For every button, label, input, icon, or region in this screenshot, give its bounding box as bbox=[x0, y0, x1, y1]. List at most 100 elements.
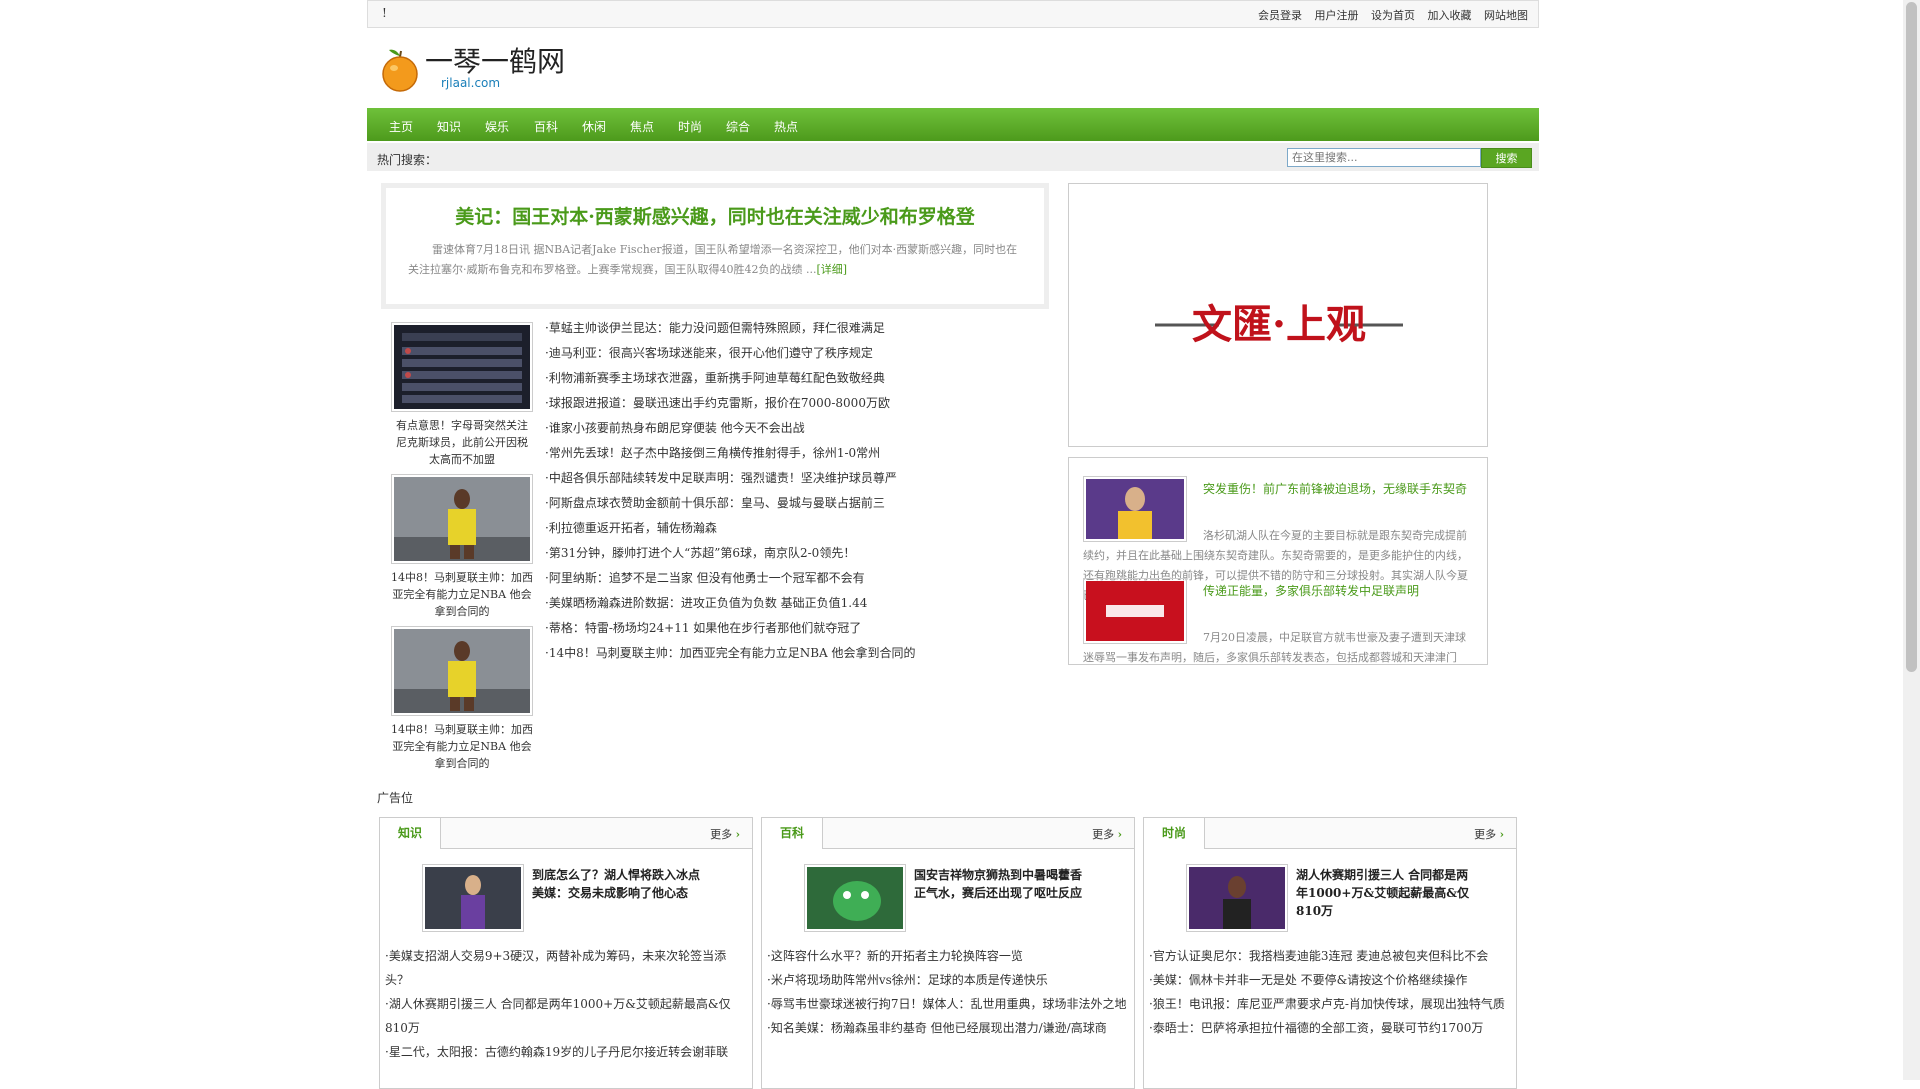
nav-item-entertainment[interactable]: 娱乐 bbox=[485, 118, 509, 135]
list-item[interactable]: ·球报跟进报道：曼联迅速出手约克雷斯，报价在7000-8000万欧 bbox=[545, 392, 965, 417]
list-item[interactable]: ·谁家小孩要前热身布朗尼穿便装 他今天不会出战 bbox=[545, 417, 965, 442]
hot-search-label: 热门搜索： bbox=[377, 153, 438, 167]
set-homepage-link[interactable]: 设为首页 bbox=[1371, 9, 1415, 22]
nav-item-home[interactable]: 主页 bbox=[389, 118, 413, 135]
top-bar-notice: ! bbox=[382, 6, 387, 20]
section-knowledge: 知识 更多 › 到底怎么了？湖人悍将跌入冰点 美媒：交易未成影响了他心态 ·美媒… bbox=[379, 817, 753, 1089]
nav-item-focus[interactable]: 焦点 bbox=[630, 118, 654, 135]
list-item[interactable]: ·阿里纳斯：追梦不是二当家 但没有他勇士一个冠军都不会有 bbox=[545, 567, 965, 592]
section-tab[interactable]: 百科 bbox=[762, 818, 823, 849]
headline-more-link[interactable]: [详细] bbox=[816, 263, 847, 276]
section-featured-title[interactable]: 国安吉祥物京狮热到中暑喝藿香正气水，赛后还出现了呕吐反应 bbox=[914, 866, 1092, 902]
thumb-image[interactable] bbox=[391, 322, 533, 412]
section-more-link[interactable]: 更多 › bbox=[1474, 826, 1504, 842]
news-list: ·草蜢主帅谈伊兰昆达：能力没问题但需特殊照顾，拜仁很难满足 ·迪马利亚：很高兴客… bbox=[545, 317, 965, 667]
list-item[interactable]: ·泰晤士：巴萨将承担拉什福德的全部工资，曼联可节约1700万 bbox=[1149, 1016, 1511, 1040]
list-item[interactable]: ·第31分钟，滕帅打进个人“苏超”第6球，南京队2-0领先！ bbox=[545, 542, 965, 567]
section-fashion: 时尚 更多 › 湖人休赛期引援三人 合同都是两年1000+万&艾顿起薪最高&仅8… bbox=[1143, 817, 1517, 1089]
thumb-caption[interactable]: 14中8！马刺夏联主帅：加西亚完全有能力立足NBA 他会拿到合同的 bbox=[391, 721, 533, 772]
headline-summary: 雷速体育7月18日讯 据NBA记者Jake Fischer报道，国王队希望增添一… bbox=[408, 240, 1020, 280]
thumb-card[interactable]: 有点意思！字母哥突然关注尼克斯球员，此前公开因税太高而不加盟 bbox=[391, 322, 533, 468]
article-title[interactable]: 突发重伤！前广东前锋被迫退场，无缘联手东契奇 bbox=[1203, 480, 1475, 498]
section-featured-title[interactable]: 湖人休赛期引援三人 合同都是两年1000+万&艾顿起薪最高&仅810万 bbox=[1296, 866, 1474, 920]
thumb-image[interactable] bbox=[391, 474, 533, 564]
list-item[interactable]: ·这阵容什么水平？新的开拓者主力轮换阵容一览 bbox=[767, 944, 1129, 968]
headline-summary-text: 雷速体育7月18日讯 据NBA记者Jake Fischer报道，国王队希望增添一… bbox=[408, 243, 1018, 276]
login-link[interactable]: 会员登录 bbox=[1258, 9, 1302, 22]
nav-item-knowledge[interactable]: 知识 bbox=[437, 118, 461, 135]
thumb-card[interactable]: 14中8！马刺夏联主帅：加西亚完全有能力立足NBA 他会拿到合同的 bbox=[391, 626, 533, 772]
list-item[interactable]: ·美媒：佩林卡并非一无是处 不要停&请按这个价格继续操作 bbox=[1149, 968, 1511, 992]
thumb-caption[interactable]: 14中8！马刺夏联主帅：加西亚完全有能力立足NBA 他会拿到合同的 bbox=[391, 569, 533, 620]
site-logo[interactable]: 一琴一鹤网 rjlaal.com bbox=[381, 40, 631, 100]
list-item[interactable]: ·利物浦新赛季主场球衣泄露，重新携手阿迪草莓红配色致敬经典 bbox=[545, 367, 965, 392]
nav-item-leisure[interactable]: 休闲 bbox=[582, 118, 606, 135]
section-image[interactable] bbox=[422, 864, 524, 932]
section-featured-title[interactable]: 到底怎么了？湖人悍将跌入冰点 美媒：交易未成影响了他心态 bbox=[532, 866, 710, 902]
section-more-link[interactable]: 更多 › bbox=[710, 826, 740, 842]
list-item[interactable]: ·14中8！马刺夏联主帅：加西亚完全有能力立足NBA 他会拿到合同的 bbox=[545, 642, 965, 667]
thumb-caption[interactable]: 有点意思！字母哥突然关注尼克斯球员，此前公开因税太高而不加盟 bbox=[391, 417, 533, 468]
hot-search-bar: 热门搜索： 搜索 bbox=[367, 143, 1539, 171]
list-item[interactable]: ·星二代，太阳报：古德约翰森19岁的儿子丹尼尔接近转会谢菲联 bbox=[385, 1040, 747, 1064]
list-item[interactable]: ·迪马利亚：很高兴客场球迷能来，很开心他们遵守了秩序规定 bbox=[545, 342, 965, 367]
list-item[interactable]: ·阿斯盘点球衣赞助金额前十俱乐部：皇马、曼城与曼联占据前三 bbox=[545, 492, 965, 517]
headline-box: 美记：国王对本·西蒙斯感兴趣，同时也在关注威少和布罗格登 雷速体育7月18日讯 … bbox=[381, 183, 1049, 309]
list-item[interactable]: ·草蜢主帅谈伊兰昆达：能力没问题但需特殊照顾，拜仁很难满足 bbox=[545, 317, 965, 342]
section-tab[interactable]: 时尚 bbox=[1144, 818, 1205, 849]
list-item[interactable]: ·狼王！电讯报：库尼亚严肃要求卢克-肖加快传球，展现出独特气质 bbox=[1149, 992, 1511, 1016]
right-banner[interactable]: 文匯·上观 bbox=[1068, 183, 1488, 447]
section-image[interactable] bbox=[1186, 864, 1288, 932]
section-list: ·官方认证奥尼尔：我搭档麦迪能3连冠 麦迪总被包夹但科比不会 ·美媒：佩林卡并非… bbox=[1149, 944, 1511, 1040]
scrollbar-thumb[interactable] bbox=[1906, 2, 1917, 672]
list-item[interactable]: ·辱骂韦世豪球迷被行拘7日！媒体人：乱世用重典，球场非法外之地 bbox=[767, 992, 1129, 1016]
more-label: 更多 bbox=[1474, 828, 1497, 841]
page-wrapper: ! 会员登录 用户注册 设为首页 加入收藏 网站地图 一琴一鹤网 rjlaal.… bbox=[367, 0, 1539, 1089]
sitemap-link[interactable]: 网站地图 bbox=[1484, 9, 1528, 22]
list-item[interactable]: ·官方认证奥尼尔：我搭档麦迪能3连冠 麦迪总被包夹但科比不会 bbox=[1149, 944, 1511, 968]
ad-label: 广告位 bbox=[377, 791, 414, 805]
arrow-right-icon: › bbox=[1499, 828, 1504, 841]
banner-logo-text: 文匯·上观 bbox=[1192, 301, 1366, 348]
article-title[interactable]: 传递正能量，多家俱乐部转发中足联声明 bbox=[1203, 582, 1475, 600]
add-favorite-link[interactable]: 加入收藏 bbox=[1428, 9, 1472, 22]
nav-item-encyclopedia[interactable]: 百科 bbox=[534, 118, 558, 135]
list-item[interactable]: ·蒂格：特雷-杨场均24+11 如果他在步行者那他们就夺冠了 bbox=[545, 617, 965, 642]
section-image[interactable] bbox=[804, 864, 906, 932]
more-label: 更多 bbox=[1092, 828, 1115, 841]
main-nav: 主页 知识 娱乐 百科 休闲 焦点 时尚 综合 热点 bbox=[367, 108, 1539, 141]
thumb-card[interactable]: 14中8！马刺夏联主帅：加西亚完全有能力立足NBA 他会拿到合同的 bbox=[391, 474, 533, 620]
list-item[interactable]: ·中超各俱乐部陆续转发中足联声明：强烈谴责！坚决维护球员尊严 bbox=[545, 467, 965, 492]
section-image-graphic bbox=[1189, 867, 1285, 929]
section-list: ·这阵容什么水平？新的开拓者主力轮换阵容一览 ·米卢将现场助阵常州vs徐州：足球… bbox=[767, 944, 1129, 1040]
banner-graphic: 文匯·上观 bbox=[1069, 184, 1487, 446]
register-link[interactable]: 用户注册 bbox=[1315, 9, 1359, 22]
page-scrollbar[interactable] bbox=[1903, 0, 1920, 1080]
section-encyclopedia: 百科 更多 › 国安吉祥物京狮热到中暑喝藿香正气水，赛后还出现了呕吐反应 ·这阵… bbox=[761, 817, 1135, 1089]
arrow-right-icon: › bbox=[1117, 828, 1122, 841]
search-button[interactable]: 搜索 bbox=[1481, 148, 1532, 168]
arrow-right-icon: › bbox=[735, 828, 740, 841]
list-item[interactable]: ·米卢将现场助阵常州vs徐州：足球的本质是传递快乐 bbox=[767, 968, 1129, 992]
top-bar: ! 会员登录 用户注册 设为首页 加入收藏 网站地图 bbox=[367, 0, 1539, 28]
section-image-graphic bbox=[807, 867, 903, 929]
headline-title[interactable]: 美记：国王对本·西蒙斯感兴趣，同时也在关注威少和布罗格登 bbox=[386, 202, 1044, 229]
section-tab[interactable]: 知识 bbox=[380, 818, 441, 849]
list-item[interactable]: ·美媒晒杨瀚森进阶数据：进攻正负值为负数 基础正负值1.44 bbox=[545, 592, 965, 617]
list-item[interactable]: ·知名美媒：杨瀚森虽非约基奇 但他已经展现出潜力/谦逊/高球商 bbox=[767, 1016, 1129, 1040]
nav-item-fashion[interactable]: 时尚 bbox=[678, 118, 702, 135]
orange-logo-icon bbox=[382, 49, 418, 92]
section-more-link[interactable]: 更多 › bbox=[1092, 826, 1122, 842]
right-article-box: 突发重伤！前广东前锋被迫退场，无缘联手东契奇 洛杉矶湖人队在今夏的主要目标就是跟… bbox=[1068, 457, 1488, 665]
list-item[interactable]: ·美媒支招湖人交易9+3硬汉，两替补成为筹码，未来次轮签当添头？ bbox=[385, 944, 747, 992]
list-item[interactable]: ·常州先丢球！赵子杰中路接倒三角横传推射得手，徐州1-0常州 bbox=[545, 442, 965, 467]
thumb-image-graphic bbox=[394, 629, 530, 713]
list-item[interactable]: ·利拉德重返开拓者，辅佐杨瀚森 bbox=[545, 517, 965, 542]
nav-item-general[interactable]: 综合 bbox=[726, 118, 750, 135]
section-image-graphic bbox=[425, 867, 521, 929]
thumb-image[interactable] bbox=[391, 626, 533, 716]
top-links: 会员登录 用户注册 设为首页 加入收藏 网站地图 bbox=[1249, 7, 1528, 23]
search-input[interactable] bbox=[1287, 148, 1481, 167]
nav-item-hot[interactable]: 热点 bbox=[774, 118, 798, 135]
list-item[interactable]: ·湖人休赛期引援三人 合同都是两年1000+万&艾顿起薪最高&仅810万 bbox=[385, 992, 747, 1040]
